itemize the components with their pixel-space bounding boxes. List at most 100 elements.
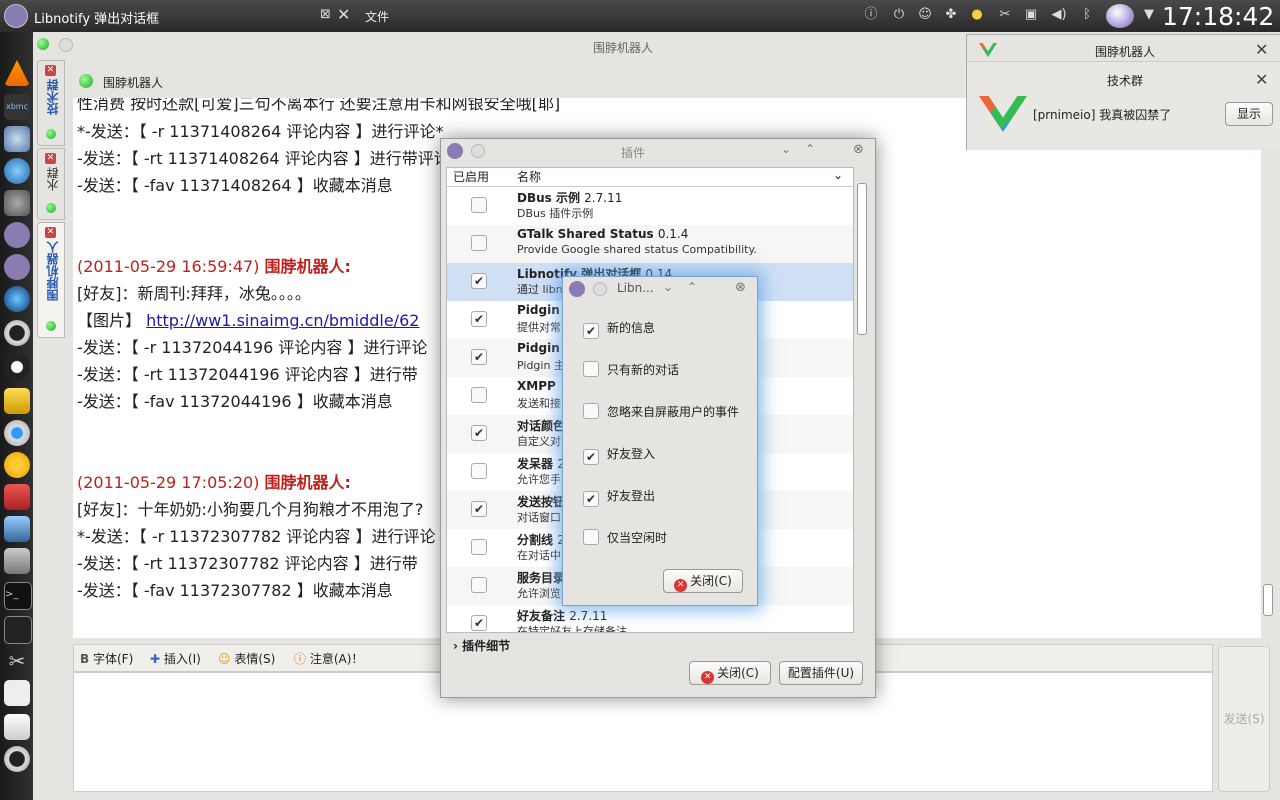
shade-down-icon[interactable]: ⌄ [781,142,791,156]
tab-tech-group[interactable]: ✕ 技术群 [37,60,65,146]
package-icon[interactable] [4,548,30,574]
plugin-scrollbar[interactable] [855,179,867,631]
plugin-close-button[interactable]: ✕ 关闭(C) [689,661,771,685]
font-button[interactable]: B 字体(F) [80,650,133,667]
send-button[interactable]: 发送(S) [1218,646,1270,792]
info-icon[interactable]: ⓘ [862,6,880,24]
tux-icon[interactable] [4,354,30,380]
plugin-checkbox[interactable]: ✔ [471,615,487,631]
libnotify-close-button[interactable]: ✕ 关闭(C) [663,569,743,593]
minimize-icon[interactable] [593,282,607,296]
email-icon[interactable] [4,388,30,414]
tab-water-group[interactable]: ✕ 水群 [37,148,65,220]
gimp-icon[interactable] [4,190,30,216]
terminal-icon[interactable]: >_ [4,582,32,610]
network-icon[interactable] [4,126,30,152]
plugin-checkbox[interactable] [471,539,487,555]
menu-file[interactable]: 文件 [365,8,389,25]
smiley-icon[interactable]: ☺ [916,6,934,24]
minimize-icon[interactable] [471,144,485,158]
usb-icon[interactable]: ▣ [1022,6,1040,24]
close-icon[interactable]: ✕ [1255,40,1268,59]
close-icon[interactable]: ✕ [1255,70,1268,89]
status-dot-icon[interactable] [37,38,49,50]
plugin-checkbox[interactable]: ✔ [471,349,487,365]
plugin-checkbox[interactable]: ✔ [471,425,487,441]
option-buddy-signoff[interactable]: ✔ 好友登出 [583,487,655,507]
scrollbar-thumb[interactable] [1263,584,1273,616]
plugin-row[interactable]: DBus 示例 2.7.11 DBus 插件示例 [447,187,853,225]
close-icon[interactable]: ⊗ [735,280,746,295]
shade-down-icon[interactable]: ⌄ [663,280,673,294]
option-new-conversation-only[interactable]: 只有新的对话 [583,361,679,378]
tab-close-icon[interactable]: ✕ [45,153,56,164]
plugin-row[interactable]: GTalk Shared Status 0.1.4 Provide Google … [447,225,853,263]
image-link[interactable]: http://ww1.sinaimg.cn/bmiddle/62 [146,311,419,330]
close-icon[interactable]: ⊗ [853,142,864,157]
option-checkbox[interactable] [583,529,599,545]
chevron-down-icon[interactable]: ▼ [1140,6,1158,24]
option-ignore-blocked[interactable]: 忽略来自屏蔽用户的事件 [583,403,739,420]
opera-2-icon[interactable] [4,746,30,772]
power-icon[interactable]: ⏻ [890,6,908,24]
plugin-details-expander[interactable]: › 插件细节 [453,637,510,654]
column-enabled[interactable]: 已启用 [453,168,489,186]
text-editor-icon[interactable] [4,714,30,740]
vlc-icon[interactable] [4,60,30,86]
file-manager-icon[interactable] [4,516,30,542]
plugin-checkbox[interactable] [471,197,487,213]
emoticon-button[interactable]: ☺ 表情(S) [218,650,275,667]
pidgin-icon[interactable] [4,222,30,248]
plugin-row[interactable]: ✔ 好友备注 2.7.11 在特定好友上存储备注 [447,605,853,632]
sun-icon[interactable]: ● [968,6,986,24]
tab-close-icon[interactable]: ✕ [45,227,56,238]
opera-icon[interactable] [4,320,30,346]
maximize-icon[interactable]: ⌃ [805,142,815,156]
puzzle-icon[interactable]: ✤ [942,6,960,24]
document-icon[interactable] [4,680,30,706]
option-new-message[interactable]: ✔ 新的信息 [583,319,655,339]
plugin-checkbox[interactable]: ✔ [471,273,487,289]
chromium-icon[interactable] [4,452,30,478]
bluetooth-icon[interactable]: ᛒ [1078,6,1096,24]
plugin-checkbox[interactable] [471,387,487,403]
option-checkbox[interactable] [583,403,599,419]
pidgin-icon[interactable] [4,4,28,28]
option-checkbox[interactable]: ✔ [583,491,599,507]
insert-button[interactable]: ✚ 插入(I) [150,650,201,667]
scrollbar-thumb[interactable] [857,183,867,335]
option-checkbox[interactable]: ✔ [583,323,599,339]
option-checkbox[interactable]: ✔ [583,449,599,465]
show-button[interactable]: 显示 [1225,102,1273,126]
plugin-checkbox[interactable] [471,463,487,479]
archive-icon[interactable] [4,484,30,510]
fish-icon[interactable] [4,158,30,184]
configure-plugin-button[interactable]: 配置插件(U) [779,661,863,685]
monitor-icon[interactable] [4,616,32,644]
plugin-checkbox[interactable] [471,577,487,593]
maximize-icon[interactable]: ⊠ [320,7,331,22]
option-only-idle[interactable]: 仅当空闲时 [583,529,667,546]
pidgin-2-icon[interactable] [4,254,30,280]
plugin-checkbox[interactable]: ✔ [471,311,487,327]
chat-scrollbar[interactable] [1261,98,1273,638]
option-checkbox[interactable] [583,361,599,377]
tab-weibo-bot[interactable]: ✕ 围脖机器人 [37,222,65,338]
maximize-icon[interactable]: ⌃ [687,280,697,294]
plugin-checkbox[interactable] [471,235,487,251]
tools-icon[interactable]: ✂ [4,648,30,674]
xbmc-icon[interactable]: xbmc [4,94,30,120]
chrome-icon[interactable] [4,420,30,446]
orb-icon[interactable] [1106,4,1134,28]
close-icon[interactable]: ✕ [337,5,350,24]
attention-button[interactable]: ⓘ 注意(A)！ [294,650,363,667]
minimize-icon[interactable] [59,38,73,52]
column-name[interactable]: 名称 [517,168,541,186]
plugin-checkbox[interactable]: ✔ [471,501,487,517]
scissors-icon[interactable]: ✂ [996,6,1014,24]
firefox-icon[interactable] [4,286,30,312]
sort-chevron-icon[interactable]: ⌄ [833,168,843,182]
tab-close-icon[interactable]: ✕ [45,65,56,76]
volume-icon[interactable]: ◀) [1050,6,1068,24]
option-buddy-signon[interactable]: ✔ 好友登入 [583,445,655,465]
